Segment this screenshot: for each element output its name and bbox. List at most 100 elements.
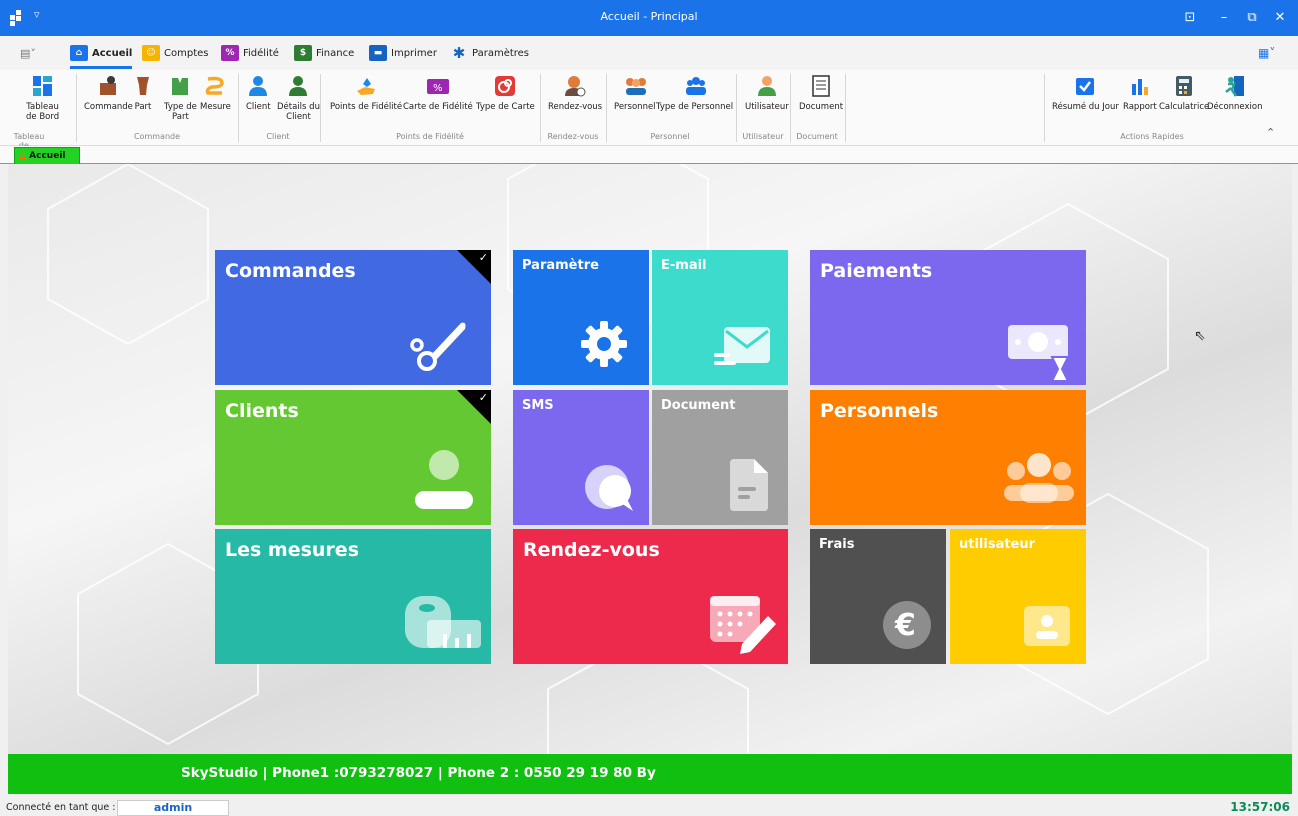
home-sewing-icon: ⌂ bbox=[70, 45, 88, 61]
minimize-button[interactable]: – bbox=[1212, 6, 1236, 30]
tile-frais[interactable]: Frais € bbox=[810, 529, 946, 664]
document-icon bbox=[810, 74, 832, 98]
chat-bubbles-icon bbox=[585, 465, 633, 511]
loyalty-card-icon: % bbox=[426, 74, 449, 98]
appointment-icon bbox=[564, 74, 586, 98]
type-de-personnel-button[interactable]: Type de Personnel bbox=[656, 74, 733, 112]
percent-card-icon: % bbox=[221, 45, 239, 61]
group-label-document: Document bbox=[796, 132, 838, 141]
group-label-personnel: Personnel bbox=[650, 132, 690, 141]
rapport-button[interactable]: Rapport bbox=[1123, 74, 1157, 112]
printer-icon: ▬ bbox=[369, 45, 387, 61]
type-de-part-button[interactable]: Type de Part bbox=[164, 74, 197, 122]
hexagon-background bbox=[47, 164, 1209, 754]
calendar-edit-icon bbox=[710, 596, 776, 654]
mesure-button[interactable]: Mesure bbox=[200, 74, 231, 112]
tile-rendez-vous[interactable]: Rendez-vous bbox=[513, 529, 788, 664]
tab-accueil[interactable]: ⌂ Accueil bbox=[70, 42, 133, 69]
group-label-points: Points de Fidélité bbox=[396, 132, 464, 141]
tile-paiements[interactable]: Paiements bbox=[810, 250, 1086, 385]
collapse-ribbon-icon[interactable]: ⌃ bbox=[1266, 126, 1275, 139]
tile-document[interactable]: Document bbox=[652, 390, 788, 525]
calculatrice-button[interactable]: Calculatrice bbox=[1159, 74, 1209, 112]
tableau-de-bord-button[interactable]: Tableau de Bord bbox=[26, 74, 59, 122]
ribbon-tab-row: ▤˅ ⌂ Accueil ☺ Comptes % Fidélité $ Finance … bbox=[0, 36, 1298, 70]
user-icon bbox=[756, 74, 778, 98]
user-circle-icon: ☺ bbox=[142, 45, 160, 61]
tile-email[interactable]: E-mail bbox=[652, 250, 788, 385]
close-button[interactable]: ✕ bbox=[1268, 6, 1292, 30]
tailor-icon bbox=[97, 74, 119, 98]
tile-personnels[interactable]: Personnels bbox=[810, 390, 1086, 525]
home-dashboard: Commandes ✓ Paramètre E-mail Paiements C… bbox=[8, 164, 1292, 754]
resume-du-jour-button[interactable]: Résumé du Jour bbox=[1052, 74, 1119, 112]
check-icon: ✓ bbox=[478, 251, 488, 264]
group-label-client: Client bbox=[266, 132, 290, 141]
restore-layout-icon[interactable]: ⊡ bbox=[1178, 6, 1202, 30]
client-details-icon bbox=[287, 74, 309, 98]
part-button[interactable]: Part bbox=[132, 74, 154, 112]
group-separator bbox=[790, 74, 791, 142]
personnel-type-icon bbox=[684, 74, 706, 98]
utilisateur-button[interactable]: Utilisateur bbox=[745, 74, 789, 112]
scissors-needle-icon bbox=[410, 322, 466, 371]
commande-button[interactable]: Commande bbox=[84, 74, 133, 112]
group-separator bbox=[540, 74, 541, 142]
vest-icon bbox=[169, 74, 191, 98]
footer-banner: SkyStudio | Phone1 :0793278027 | Phone 2… bbox=[8, 754, 1292, 794]
group-label-rdv: Rendez-vous bbox=[547, 132, 599, 141]
window-title: Accueil - Principal bbox=[600, 10, 698, 23]
loyalty-points-icon bbox=[355, 74, 377, 98]
tab-fidelite[interactable]: % Fidélité bbox=[221, 42, 279, 64]
tile-utilisateur[interactable]: utilisateur bbox=[950, 529, 1086, 664]
tile-mesures[interactable]: Les mesures bbox=[215, 529, 491, 664]
group-separator bbox=[238, 74, 239, 142]
points-de-fidelite-button[interactable]: Points de Fidélité bbox=[330, 74, 402, 112]
document-button[interactable]: Document bbox=[799, 74, 843, 112]
report-chart-icon bbox=[1129, 74, 1151, 98]
measuring-tape-icon bbox=[405, 596, 481, 648]
svg-text:€: € bbox=[894, 608, 916, 643]
details-du-client-button[interactable]: Détails du Client bbox=[277, 74, 320, 122]
mouse-cursor: ⇖ bbox=[1194, 328, 1206, 344]
layout-menu-icon[interactable]: ▦˅ bbox=[1258, 42, 1275, 64]
carte-de-fidelite-button[interactable]: % Carte de Fidélité bbox=[403, 74, 473, 112]
tab-accueil-document[interactable]: ⌂ Accueil bbox=[14, 147, 80, 164]
app-menu-icon[interactable]: ▤˅ bbox=[20, 42, 36, 64]
current-user-field: admin bbox=[117, 800, 229, 816]
document-tab-strip bbox=[0, 146, 1298, 164]
email-icon bbox=[714, 327, 770, 365]
footer-contact-text: SkyStudio | Phone1 :0793278027 | Phone 2… bbox=[181, 765, 656, 781]
title-bar: ▿ Accueil - Principal ⊡ – ⧉ ✕ bbox=[0, 0, 1298, 36]
tile-commandes[interactable]: Commandes ✓ bbox=[215, 250, 491, 385]
group-separator bbox=[606, 74, 607, 142]
ribbon: Tableau de Bord Tableau de ... Commande … bbox=[0, 70, 1298, 150]
client-icon bbox=[247, 74, 269, 98]
tab-parametres[interactable]: ✱ Paramètres bbox=[450, 42, 529, 64]
personnel-icon bbox=[624, 74, 646, 98]
clock: 13:57:06 bbox=[1230, 800, 1290, 814]
maximize-button[interactable]: ⧉ bbox=[1240, 6, 1264, 30]
tile-parametre[interactable]: Paramètre bbox=[513, 250, 649, 385]
client-button[interactable]: Client bbox=[246, 74, 271, 112]
rendez-vous-button[interactable]: Rendez-vous bbox=[548, 74, 602, 112]
group-separator bbox=[320, 74, 321, 142]
type-de-carte-button[interactable]: Type de Carte bbox=[476, 74, 535, 112]
tab-finance[interactable]: $ Finance bbox=[294, 42, 354, 64]
group-separator bbox=[76, 74, 77, 142]
tile-sms[interactable]: SMS bbox=[513, 390, 649, 525]
tab-comptes[interactable]: ☺ Comptes bbox=[142, 42, 208, 64]
personnel-button[interactable]: Personnel bbox=[614, 74, 656, 112]
garment-part-icon bbox=[132, 74, 154, 98]
group-separator bbox=[845, 74, 846, 142]
gear-icon: ✱ bbox=[452, 44, 466, 62]
logout-icon bbox=[1224, 74, 1246, 98]
tile-clients[interactable]: Clients ✓ bbox=[215, 390, 491, 525]
deconnexion-button[interactable]: Déconnexion bbox=[1207, 74, 1262, 112]
group-label-actions: Actions Rapides bbox=[1120, 132, 1184, 141]
money-hourglass-icon bbox=[1008, 325, 1070, 382]
document-icon bbox=[730, 459, 768, 511]
svg-text:%: % bbox=[433, 83, 443, 94]
tab-imprimer[interactable]: ▬ Imprimer bbox=[369, 42, 437, 64]
group-separator bbox=[1044, 74, 1045, 142]
